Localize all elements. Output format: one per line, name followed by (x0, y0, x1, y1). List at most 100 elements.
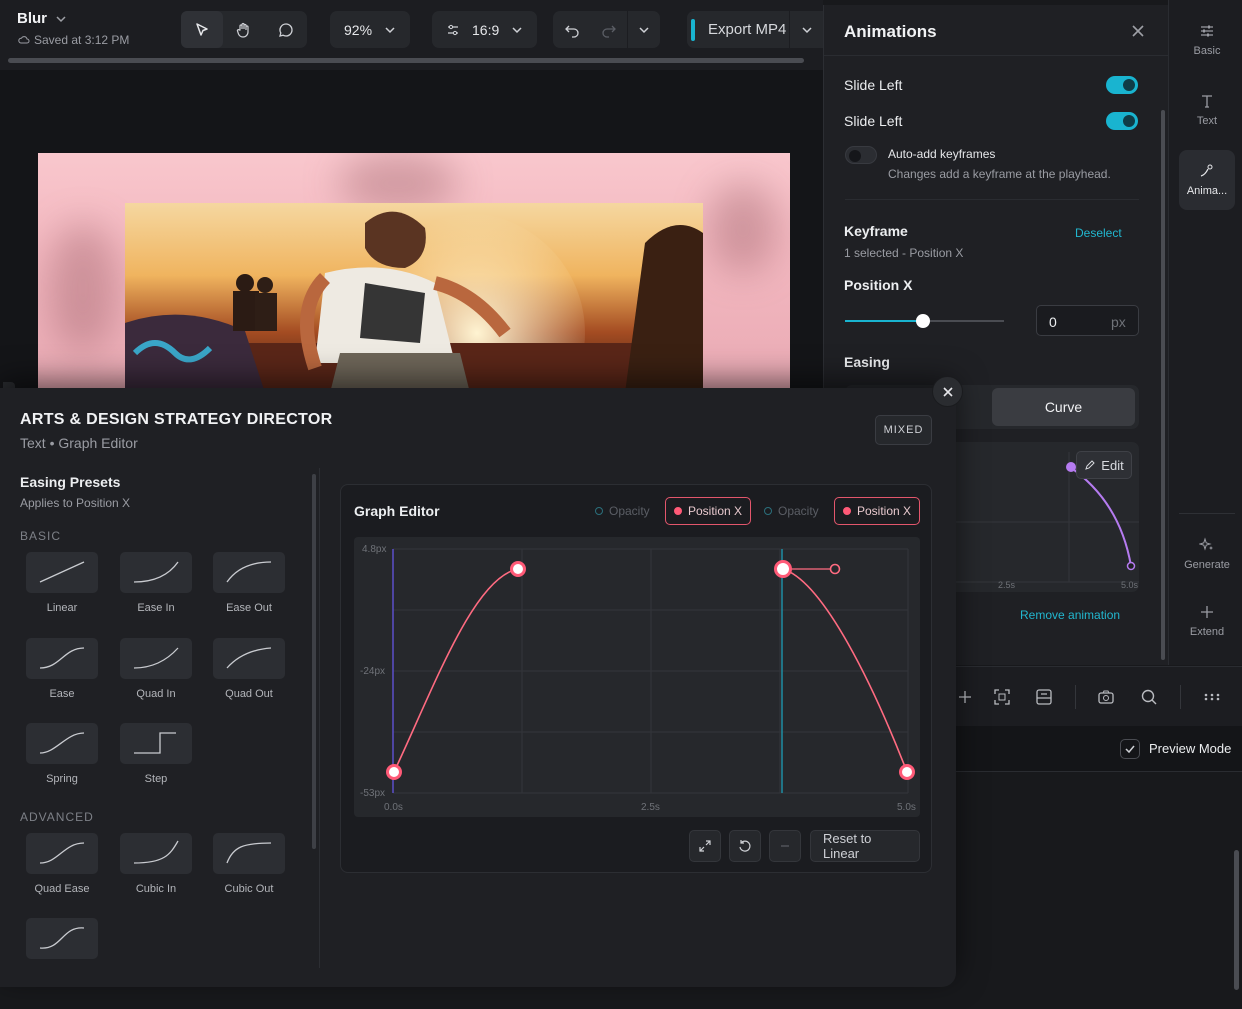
preset-label: Linear (46, 602, 78, 614)
horizontal-scrollbar[interactable] (8, 58, 804, 63)
y-axis-label: -24px (360, 666, 385, 677)
preset-cubic-in[interactable]: Cubic In (120, 833, 192, 895)
mixed-badge: MIXED (875, 415, 932, 445)
layout-icon[interactable] (1034, 687, 1054, 707)
auto-add-toggle[interactable] (845, 146, 877, 164)
preset-label: Quad Ease (34, 883, 90, 895)
preview-mode-checkbox[interactable] (1120, 739, 1140, 759)
skater-photo[interactable] (125, 203, 703, 393)
track-chip-opacity[interactable]: Opacity (756, 497, 827, 525)
deselect-link[interactable]: Deselect (1075, 226, 1122, 240)
graph-plot[interactable]: 4.8px -24px -53px 0.0s 2.5s 5.0s (354, 537, 920, 817)
presets-scrollbar[interactable] (312, 474, 316, 849)
rail-item-basic[interactable]: Basic (1179, 10, 1235, 70)
remove-animation-link[interactable]: Remove animation (1020, 608, 1120, 622)
history-group (553, 11, 660, 48)
preset-custom[interactable] (26, 918, 98, 959)
expand-graph-button[interactable] (689, 830, 721, 862)
rail-item-generate[interactable]: Generate (1179, 524, 1235, 584)
close-icon[interactable] (1129, 22, 1147, 40)
hand-tool-button[interactable] (223, 11, 265, 48)
photo-image (125, 211, 703, 393)
check-icon (1125, 745, 1135, 754)
animation-toggle[interactable] (1106, 112, 1138, 130)
track-chip-position-x[interactable]: Position X (665, 497, 752, 525)
preset-ease-in[interactable]: Ease In (120, 552, 192, 614)
track-chip-position-x[interactable]: Position X (834, 497, 921, 525)
preset-ease-out[interactable]: Ease Out (213, 552, 285, 614)
plus-icon[interactable] (955, 687, 975, 707)
minus-icon (781, 845, 789, 847)
chevron-down-icon[interactable] (54, 12, 68, 26)
project-name[interactable]: Blur (17, 10, 47, 27)
top-toolbar: Blur Saved at 3:12 PM 92% 16:9 Export MP… (0, 0, 823, 70)
export-menu-button[interactable] (789, 11, 823, 48)
chevron-down-icon (512, 26, 522, 33)
preset-quad-in[interactable]: Quad In (120, 638, 192, 700)
export-label: Export MP4 (708, 21, 787, 38)
save-status: Saved at 3:12 PM (18, 33, 129, 47)
preset-ease[interactable]: Ease (26, 638, 98, 700)
undo-button[interactable] (553, 11, 591, 48)
zoom-select[interactable]: 92% (330, 11, 411, 48)
chevron-down-icon (385, 26, 395, 33)
expand-icon (699, 840, 711, 852)
curve-graph: 4.8px -24px -53px 0.0s 2.5s 5.0s (360, 544, 916, 813)
comment-tool-button[interactable] (265, 11, 307, 48)
track-chip-opacity[interactable]: Opacity (587, 497, 658, 525)
position-x-input[interactable]: 0 px (1036, 305, 1139, 336)
cursor-icon (196, 22, 208, 36)
preset-step[interactable]: Step (120, 723, 192, 785)
cubic-in-curve-icon (133, 840, 179, 864)
rail-item-extend[interactable]: Extend (1179, 591, 1235, 651)
reset-view-button[interactable] (729, 830, 761, 862)
position-slider-knob[interactable] (916, 314, 930, 328)
reset-to-linear-button[interactable]: Reset to Linear (810, 830, 920, 862)
remove-keyframe-button[interactable] (769, 830, 801, 862)
search-icon[interactable] (1139, 687, 1159, 707)
preset-cubic-out[interactable]: Cubic Out (213, 833, 285, 895)
history-menu-button[interactable] (628, 11, 660, 48)
curve-mode-button[interactable]: Curve (992, 388, 1135, 426)
modal-close-button[interactable] (932, 376, 963, 407)
sliders-icon (1201, 25, 1213, 37)
timeline-scrollbar[interactable] (1234, 850, 1239, 990)
edit-curve-button[interactable]: Edit (1076, 451, 1132, 479)
more-icon[interactable] (1202, 687, 1222, 707)
canvas-area[interactable]: ‹ (0, 70, 823, 424)
preset-quad-ease[interactable]: Quad Ease (26, 833, 98, 895)
camera-icon[interactable] (1096, 687, 1116, 707)
right-rail: Basic Text Anima... Generate Extend (1168, 0, 1242, 665)
ease-out-curve-icon (226, 561, 272, 583)
cubic-out-curve-icon (226, 842, 272, 864)
keyframe-title: Keyframe (844, 223, 908, 239)
ease-in-curve-icon (133, 561, 179, 583)
blur-shape (48, 223, 118, 353)
undo-icon (565, 25, 579, 38)
keyframe-point (899, 764, 915, 780)
graph-editor-title: Graph Editor (354, 503, 440, 519)
keyframe-point (510, 561, 526, 577)
artboard[interactable] (38, 153, 790, 393)
redo-button[interactable] (591, 11, 627, 48)
preset-quad-out[interactable]: Quad Out (213, 638, 285, 700)
rail-label: Text (1196, 115, 1218, 127)
animation-toggle[interactable] (1106, 76, 1138, 94)
y-axis-label: 4.8px (362, 544, 386, 555)
aspect-select[interactable]: 16:9 (432, 11, 538, 48)
zoom-value: 92% (344, 21, 373, 38)
chip-label: Position X (857, 504, 912, 518)
rail-item-animations[interactable]: Anima... (1179, 150, 1235, 210)
graph-editor-modal: ARTS & DESIGN STRATEGY DIRECTOR Text • G… (0, 376, 963, 987)
preset-linear[interactable]: Linear (26, 552, 98, 614)
modal-title: ARTS & DESIGN STRATEGY DIRECTOR (20, 411, 333, 428)
fit-frame-icon[interactable] (992, 687, 1012, 707)
panel-scrollbar[interactable] (1161, 110, 1165, 660)
export-button[interactable]: Export MP4 (687, 11, 823, 48)
basic-section-label: BASIC (20, 529, 62, 543)
rail-item-text[interactable]: Text (1179, 80, 1235, 140)
bezier-handle (829, 563, 841, 575)
position-x-unit: px (1111, 314, 1126, 330)
select-tool-button[interactable] (181, 11, 223, 48)
preset-spring[interactable]: Spring (26, 723, 98, 785)
